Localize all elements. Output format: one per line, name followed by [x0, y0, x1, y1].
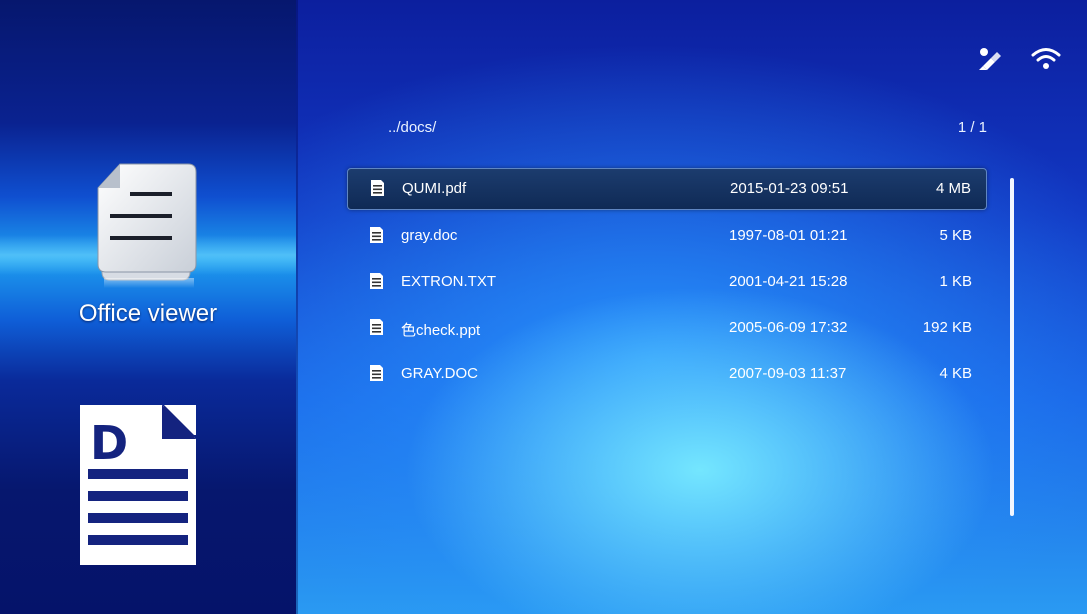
- status-bar: [975, 44, 1061, 74]
- current-path: ../docs/: [388, 119, 437, 136]
- file-list: QUMI.pdf 2015-01-23 09:51 4 MB gray.doc …: [347, 168, 987, 400]
- file-icon: [370, 319, 383, 335]
- file-row[interactable]: EXTRON.TXT 2001-04-21 15:28 1 KB: [347, 262, 987, 308]
- file-date: 1997-08-01 01:21: [729, 227, 848, 244]
- file-icon: [370, 365, 383, 381]
- wifi-icon: [1031, 48, 1061, 69]
- file-size: 1 KB: [939, 273, 972, 290]
- file-size: 4 MB: [935, 180, 971, 197]
- panel-divider: [296, 0, 298, 614]
- file-name: 色check.ppt: [401, 322, 481, 339]
- doc-type-letter: D: [90, 416, 128, 470]
- file-icon: [370, 273, 383, 289]
- scrollbar[interactable]: [1010, 178, 1014, 516]
- app-title: Office viewer: [78, 300, 218, 327]
- file-name: GRAY.DOC: [401, 365, 478, 382]
- file-name: EXTRON.TXT: [401, 273, 497, 290]
- page-indicator: 1 / 1: [957, 119, 987, 136]
- file-date: 2015-01-23 09:51: [730, 180, 849, 197]
- file-row[interactable]: QUMI.pdf 2015-01-23 09:51 4 MB: [347, 168, 987, 210]
- file-size: 192 KB: [922, 319, 972, 336]
- file-date: 2007-09-03 11:37: [729, 365, 847, 382]
- file-size: 4 KB: [939, 365, 972, 382]
- file-date: 2001-04-21 15:28: [729, 273, 848, 290]
- file-row[interactable]: 色check.ppt 2005-06-09 17:32 192 KB: [347, 308, 987, 354]
- file-icon: [370, 227, 383, 243]
- file-icon: [371, 180, 384, 196]
- usb-edit-icon: [979, 48, 1001, 70]
- file-date: 2005-06-09 17:32: [729, 319, 848, 336]
- document-type-icon: D: [80, 405, 196, 565]
- office-viewer-icon[interactable]: [96, 160, 204, 288]
- file-row[interactable]: gray.doc 1997-08-01 01:21 5 KB: [347, 216, 987, 262]
- file-size: 5 KB: [939, 227, 972, 244]
- file-name: QUMI.pdf: [402, 180, 467, 197]
- file-name: gray.doc: [401, 227, 458, 244]
- file-row[interactable]: GRAY.DOC 2007-09-03 11:37 4 KB: [347, 354, 987, 400]
